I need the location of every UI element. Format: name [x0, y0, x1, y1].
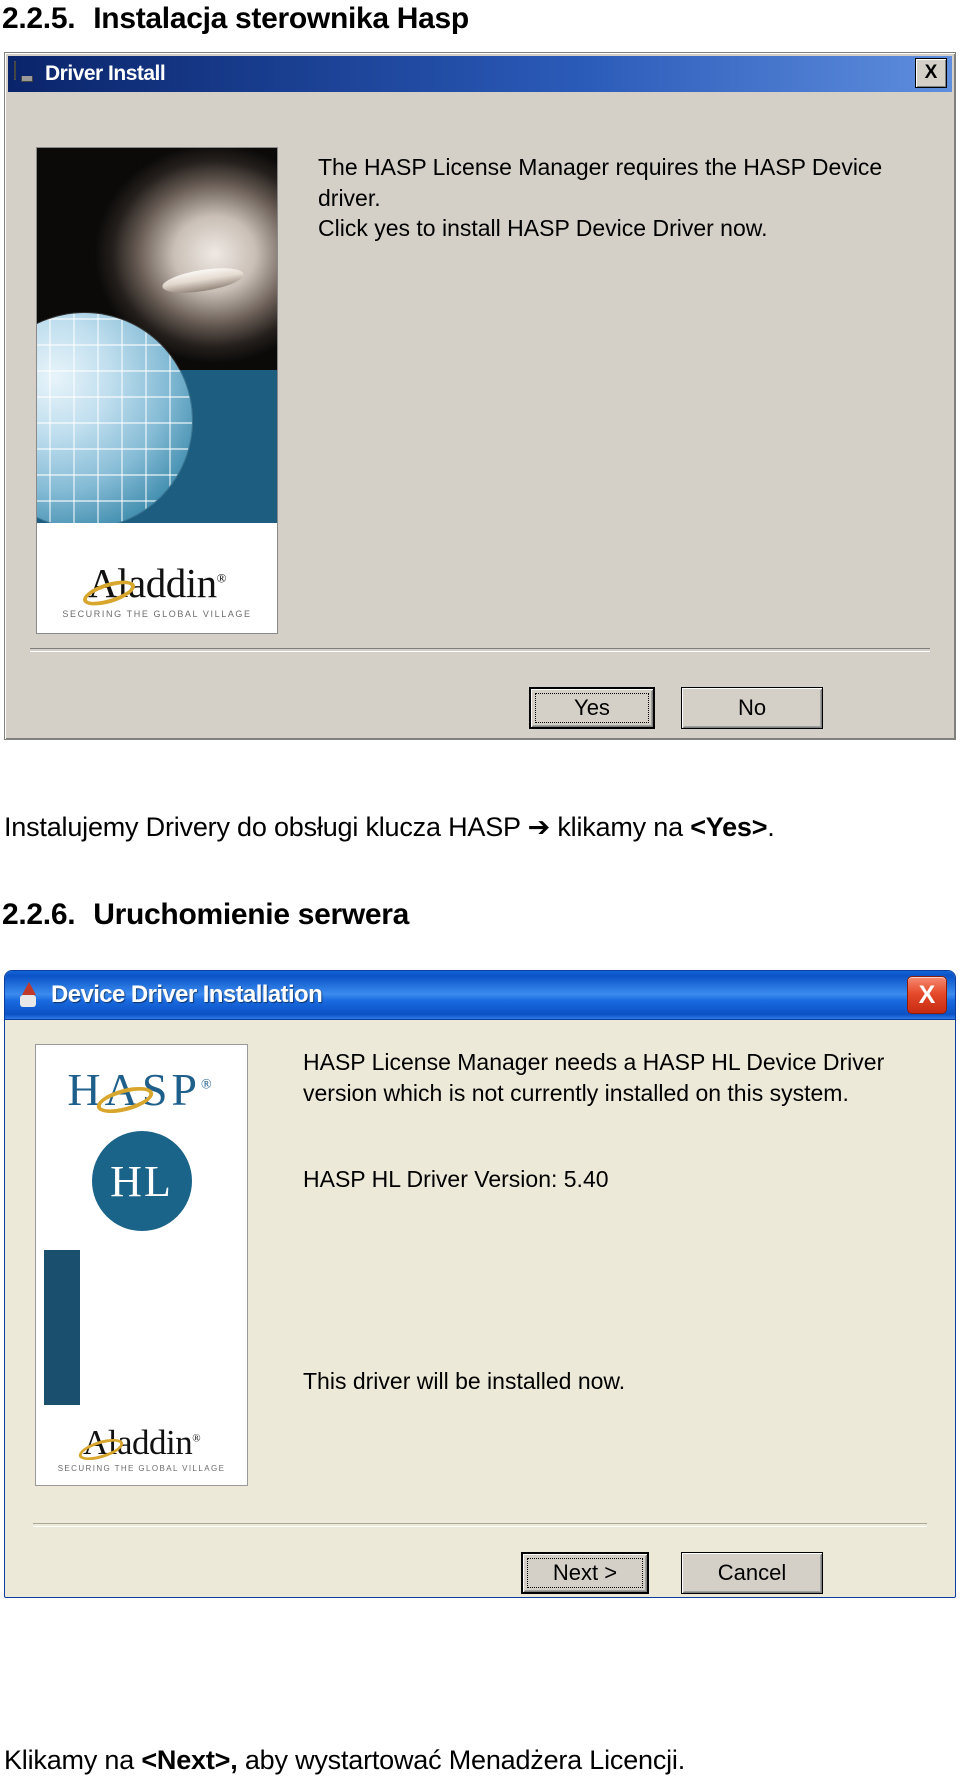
caption-2-text-after: aby wystartować Menadżera Licencji. [237, 1745, 686, 1775]
next-button[interactable]: Next > [521, 1552, 649, 1594]
caption-1-text-after: . [767, 812, 775, 842]
section-title-226: Uruchomienie serwera [93, 898, 410, 931]
driver-install-separator [30, 648, 930, 652]
section-number-225: 2.2.5. [2, 2, 76, 35]
aladdin-logo: Aladdin® SECURING THE GLOBAL VILLAGE [37, 560, 277, 620]
driver-install-message: The HASP License Manager requires the HA… [318, 152, 928, 244]
device-driver-installation-dialog: Device Driver Installation X HASP® HL Al… [4, 970, 956, 1598]
section-heading-225: 2.2.5. Instalacja sterownika Hasp [2, 2, 469, 36]
device-driver-message-line-1: HASP License Manager needs a HASP HL Dev… [303, 1049, 885, 1075]
section-number-226: 2.2.6. [2, 898, 76, 931]
splash-blue-bar [44, 1250, 80, 1405]
section-title-225: Instalacja sterownika Hasp [93, 2, 469, 35]
caption-device-driver-installation: Klikamy na <Next>, aby wystartować Menad… [4, 1745, 685, 1776]
driver-install-message-line-2: driver. [318, 184, 381, 211]
driver-install-dialog: Driver Install X Aladdin® SECURING THE G… [4, 52, 956, 740]
caption-1-text-before: Instalujemy Drivery do obsługi klucza HA… [4, 812, 691, 842]
caption-2-text-before: Klikamy na [4, 1745, 142, 1775]
driver-install-titlebar: Driver Install X [8, 56, 952, 92]
caption-driver-install: Instalujemy Drivery do obsługi klucza HA… [4, 812, 775, 843]
driver-install-body: Aladdin® SECURING THE GLOBAL VILLAGE The… [5, 92, 955, 739]
aladdin-splash-image: Aladdin® SECURING THE GLOBAL VILLAGE [36, 147, 278, 634]
driver-install-message-line-3: Click yes to install HASP Device Driver … [318, 215, 768, 242]
aladdin-logo: Aladdin® SECURING THE GLOBAL VILLAGE [36, 1425, 247, 1473]
no-button[interactable]: No [681, 687, 823, 729]
close-icon[interactable]: X [915, 58, 947, 88]
yes-button[interactable]: Yes [529, 687, 655, 729]
aladdin-tagline: SECURING THE GLOBAL VILLAGE [57, 1464, 226, 1473]
document-page: 2.2.5. Instalacja sterownika Hasp Driver … [0, 0, 960, 1791]
driver-install-title: Driver Install [45, 62, 166, 85]
device-driver-titlebar: Device Driver Installation X [5, 971, 955, 1020]
close-icon[interactable]: X [907, 976, 947, 1014]
caption-2-bold: <Next>, [141, 1745, 238, 1775]
device-driver-message: HASP License Manager needs a HASP HL Dev… [303, 1047, 943, 1109]
driver-version-text: HASP HL Driver Version: 5.40 [303, 1166, 609, 1192]
wizard-icon [13, 980, 43, 1010]
aladdin-word-text: Aladdin [82, 1423, 193, 1462]
aladdin-wordmark: Aladdin® [82, 1423, 201, 1462]
aladdin-trademark: ® [192, 1432, 201, 1445]
section-heading-226: 2.2.6. Uruchomienie serwera [2, 898, 409, 932]
device-driver-message-line-2: version which is not currently installed… [303, 1080, 849, 1107]
aladdin-trademark: ® [216, 570, 227, 586]
device-driver-title: Device Driver Installation [51, 981, 323, 1008]
driver-install-note-text: This driver will be installed now. [303, 1368, 626, 1394]
hl-badge: HL [91, 1131, 192, 1231]
caption-1-bold: <Yes> [690, 812, 768, 842]
aladdin-word-text: Aladdin [88, 560, 217, 606]
device-driver-body: HASP® HL Aladdin® SECURING THE GLOBAL VI… [5, 1020, 955, 1597]
driver-install-message-line-1: The HASP License Manager requires the HA… [318, 154, 883, 180]
hasp-wordmark: HASP® [36, 1067, 247, 1119]
aladdin-tagline: SECURING THE GLOBAL VILLAGE [62, 609, 252, 619]
device-driver-separator [33, 1523, 927, 1527]
aladdin-wordmark: Aladdin® [88, 560, 227, 606]
hasp-hl-splash-image: HASP® HL Aladdin® SECURING THE GLOBAL VI… [35, 1044, 248, 1486]
hasp-trademark: ® [200, 1077, 216, 1093]
cancel-button[interactable]: Cancel [681, 1552, 823, 1594]
hasp-key-icon [14, 61, 38, 86]
